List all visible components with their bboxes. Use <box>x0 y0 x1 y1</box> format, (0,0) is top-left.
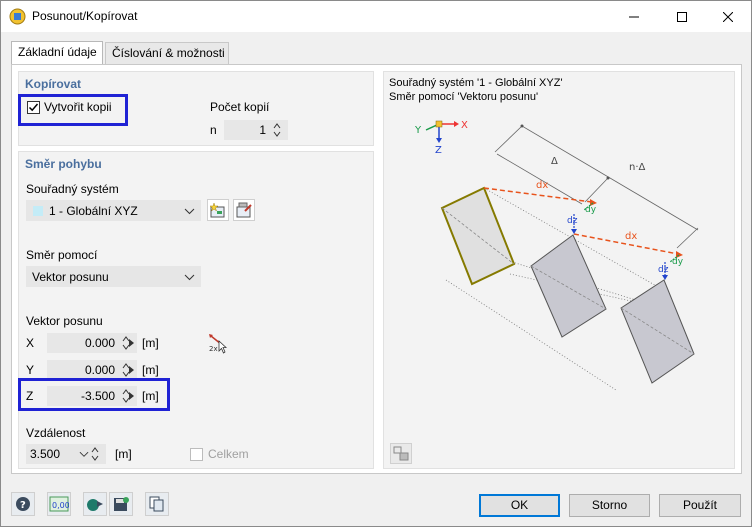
vector-x-value: 0.000 <box>84 336 115 350</box>
help-icon: ? <box>16 497 30 511</box>
copy-count-label: Počet kopií <box>210 100 270 114</box>
spinner-arrows-icon[interactable] <box>90 446 100 462</box>
model-icon <box>87 499 103 511</box>
move-copy-diagram: X Y Z Δ n·Δ dx dx dy dz dy dz <box>414 120 699 391</box>
tab-panel: Kopírovat Vytvořit kopii Počet kopií n 1… <box>11 64 742 474</box>
vector-y-label: Y <box>26 363 35 377</box>
diagram-panel: Souřadný systém '1 - Globální XYZ' Směr … <box>383 71 735 469</box>
model-button[interactable] <box>83 492 107 516</box>
close-button[interactable] <box>705 1 751 32</box>
total-label: Celkem <box>208 447 249 461</box>
svg-text:?: ? <box>20 500 26 511</box>
vector-y-value: 0.000 <box>84 363 115 377</box>
distance-unit: [m] <box>115 447 132 461</box>
diagram-view-icon <box>393 446 409 461</box>
svg-text:0,00: 0,00 <box>52 501 69 510</box>
chevron-down-icon <box>184 274 195 281</box>
copy-group-title: Kopírovat <box>25 77 82 91</box>
window-title: Posunout/Kopírovat <box>32 9 138 23</box>
spinner-arrows-icon[interactable] <box>272 122 282 138</box>
help-button[interactable]: ? <box>11 492 35 516</box>
cancel-button[interactable]: Storno <box>569 494 650 517</box>
vector-y-input[interactable]: 0.000 <box>47 360 137 380</box>
play-arrow-icon[interactable] <box>127 365 135 375</box>
copy-count-spinner[interactable]: 1 <box>224 120 288 140</box>
direction-by-value: Vektor posunu <box>32 270 109 284</box>
bottom-bar: ? 0,00 OK Storno Použít <box>1 481 751 526</box>
chevron-down-icon[interactable] <box>79 449 89 459</box>
copy-count-n-label: n <box>210 123 217 137</box>
total-checkbox[interactable] <box>190 448 203 461</box>
ok-button[interactable]: OK <box>479 494 560 517</box>
save-button[interactable] <box>109 492 133 516</box>
close-icon <box>723 11 733 22</box>
delta-text: Δ <box>551 156 558 167</box>
axis-triad-icon <box>425 120 459 143</box>
vector-x-input[interactable]: 0.000 <box>47 333 137 353</box>
vector-y-unit: [m] <box>142 363 159 377</box>
coord-system-label: Souřadný systém <box>26 182 119 196</box>
coord-system-value: 1 - Globální XYZ <box>49 204 138 218</box>
distance-input[interactable]: 3.500 <box>26 444 106 464</box>
pick-vector-icon: 2x <box>209 334 228 354</box>
units-icon: 0,00 <box>49 496 69 512</box>
edit-coord-system-icon <box>236 202 252 218</box>
dx-1-text: dx <box>536 180 548 191</box>
maximize-button[interactable] <box>659 1 705 32</box>
save-icon <box>114 497 129 511</box>
dialog-window: Posunout/Kopírovat Základní údaje Číslov… <box>0 0 752 527</box>
apply-button[interactable]: Použít <box>659 494 741 517</box>
minimize-icon <box>629 16 639 17</box>
pick-vector-button[interactable]: 2x <box>207 332 229 354</box>
dx-2-text: dx <box>625 231 637 242</box>
title-bar: Posunout/Kopírovat <box>1 1 751 32</box>
dz-1-text: dz <box>567 216 578 226</box>
dy-1-text: dy <box>585 205 597 215</box>
maximize-icon <box>677 11 687 22</box>
minimize-button[interactable] <box>611 1 657 32</box>
dy-2-text: dy <box>672 257 684 267</box>
coord-system-color-swatch <box>33 206 43 216</box>
copy-settings-icon <box>149 496 164 512</box>
tab-basic-data[interactable]: Základní údaje <box>11 41 103 65</box>
units-button[interactable]: 0,00 <box>47 492 71 516</box>
distance-label: Vzdálenost <box>26 426 86 440</box>
play-arrow-icon[interactable] <box>127 338 135 348</box>
copy-1-shape <box>530 234 607 338</box>
direction-group: Směr pohybu Souřadný systém 1 - Globální… <box>18 151 374 469</box>
copy-settings-button[interactable] <box>145 492 169 516</box>
tab-numbering-options[interactable]: Číslování & možnosti <box>105 42 229 64</box>
axis-y-text: Y <box>414 125 422 136</box>
svg-text:2x: 2x <box>209 345 218 353</box>
vector-x-label: X <box>26 336 35 350</box>
new-coord-system-button[interactable] <box>207 199 229 221</box>
axis-x-text: X <box>461 120 468 131</box>
edit-coord-system-button[interactable] <box>233 199 255 221</box>
copy-2-shape <box>620 279 695 384</box>
chevron-down-icon <box>184 208 195 215</box>
new-coord-system-icon <box>209 202 225 218</box>
distance-value: 3.500 <box>29 447 60 461</box>
create-copy-highlight <box>18 94 128 126</box>
diagram-view-button[interactable] <box>390 443 412 464</box>
app-icon <box>9 8 26 25</box>
axis-z-text: Z <box>435 145 442 156</box>
direction-by-select[interactable]: Vektor posunu <box>26 266 201 287</box>
n-delta-text: n·Δ <box>629 162 646 173</box>
vector-z-highlight <box>18 378 170 411</box>
direction-by-label: Směr pomocí <box>26 248 98 262</box>
direction-group-title: Směr pohybu <box>25 157 102 171</box>
coord-system-select[interactable]: 1 - Globální XYZ <box>26 200 201 221</box>
vector-x-unit: [m] <box>142 336 159 350</box>
dz-2-text: dz <box>658 265 669 275</box>
copy-count-value: 1 <box>259 123 266 137</box>
vector-label: Vektor posunu <box>26 314 103 328</box>
